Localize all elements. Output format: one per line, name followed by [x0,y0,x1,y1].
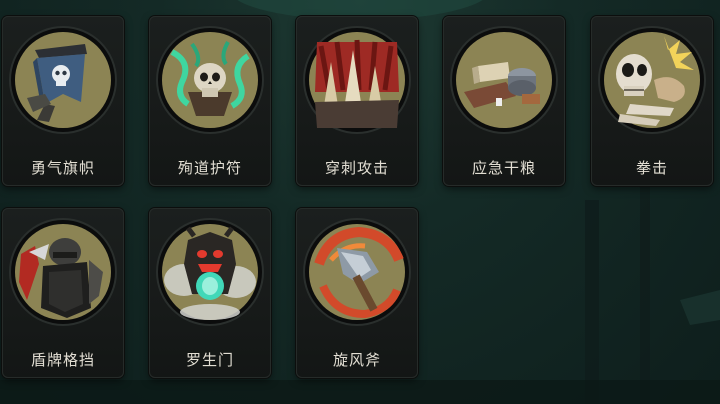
skill-card-ration[interactable]: 应急干粮 [443,16,565,186]
skill-medal [11,28,115,132]
demon-gate-icon [162,224,258,320]
skill-card-shield[interactable]: 盾牌格挡 [2,208,124,378]
skill-label: 旋风斧 [332,351,381,369]
skill-medal [600,28,704,132]
spikes-icon [309,32,405,128]
skill-medal [305,28,409,132]
skill-card-martyr[interactable]: 殉道护符 [149,16,271,186]
skill-medal [452,28,556,132]
skill-card-pierce[interactable]: 穿刺攻击 [296,16,418,186]
skill-label: 盾牌格挡 [30,351,95,369]
skill-medal [158,28,262,132]
skill-card-axe[interactable]: 旋风斧 [296,208,418,378]
skill-label: 殉道护符 [177,159,242,177]
shield-knight-icon [15,224,111,320]
green-skull-amulet-icon [162,32,258,128]
skull-banner-icon [15,32,111,128]
skill-medal [305,220,409,324]
skill-label: 罗生门 [185,351,234,369]
skill-card-gate[interactable]: 罗生门 [149,208,271,378]
whirlwind-axe-icon [309,224,405,320]
skill-medal [11,220,115,324]
skeleton-punch-icon [604,32,700,128]
skill-grid: 勇气旗帜 殉道护符 穿刺攻击 应急干粮 拳击 盾牌格挡 罗生门 旋风斧 [0,0,720,404]
skill-label: 穿刺攻击 [324,159,389,177]
skill-label: 应急干粮 [471,159,536,177]
skill-card-punch[interactable]: 拳击 [591,16,713,186]
skill-card-banner[interactable]: 勇气旗帜 [2,16,124,186]
rations-icon [456,32,552,128]
skill-label: 拳击 [635,159,668,177]
skill-label: 勇气旗帜 [30,159,95,177]
skill-medal [158,220,262,324]
